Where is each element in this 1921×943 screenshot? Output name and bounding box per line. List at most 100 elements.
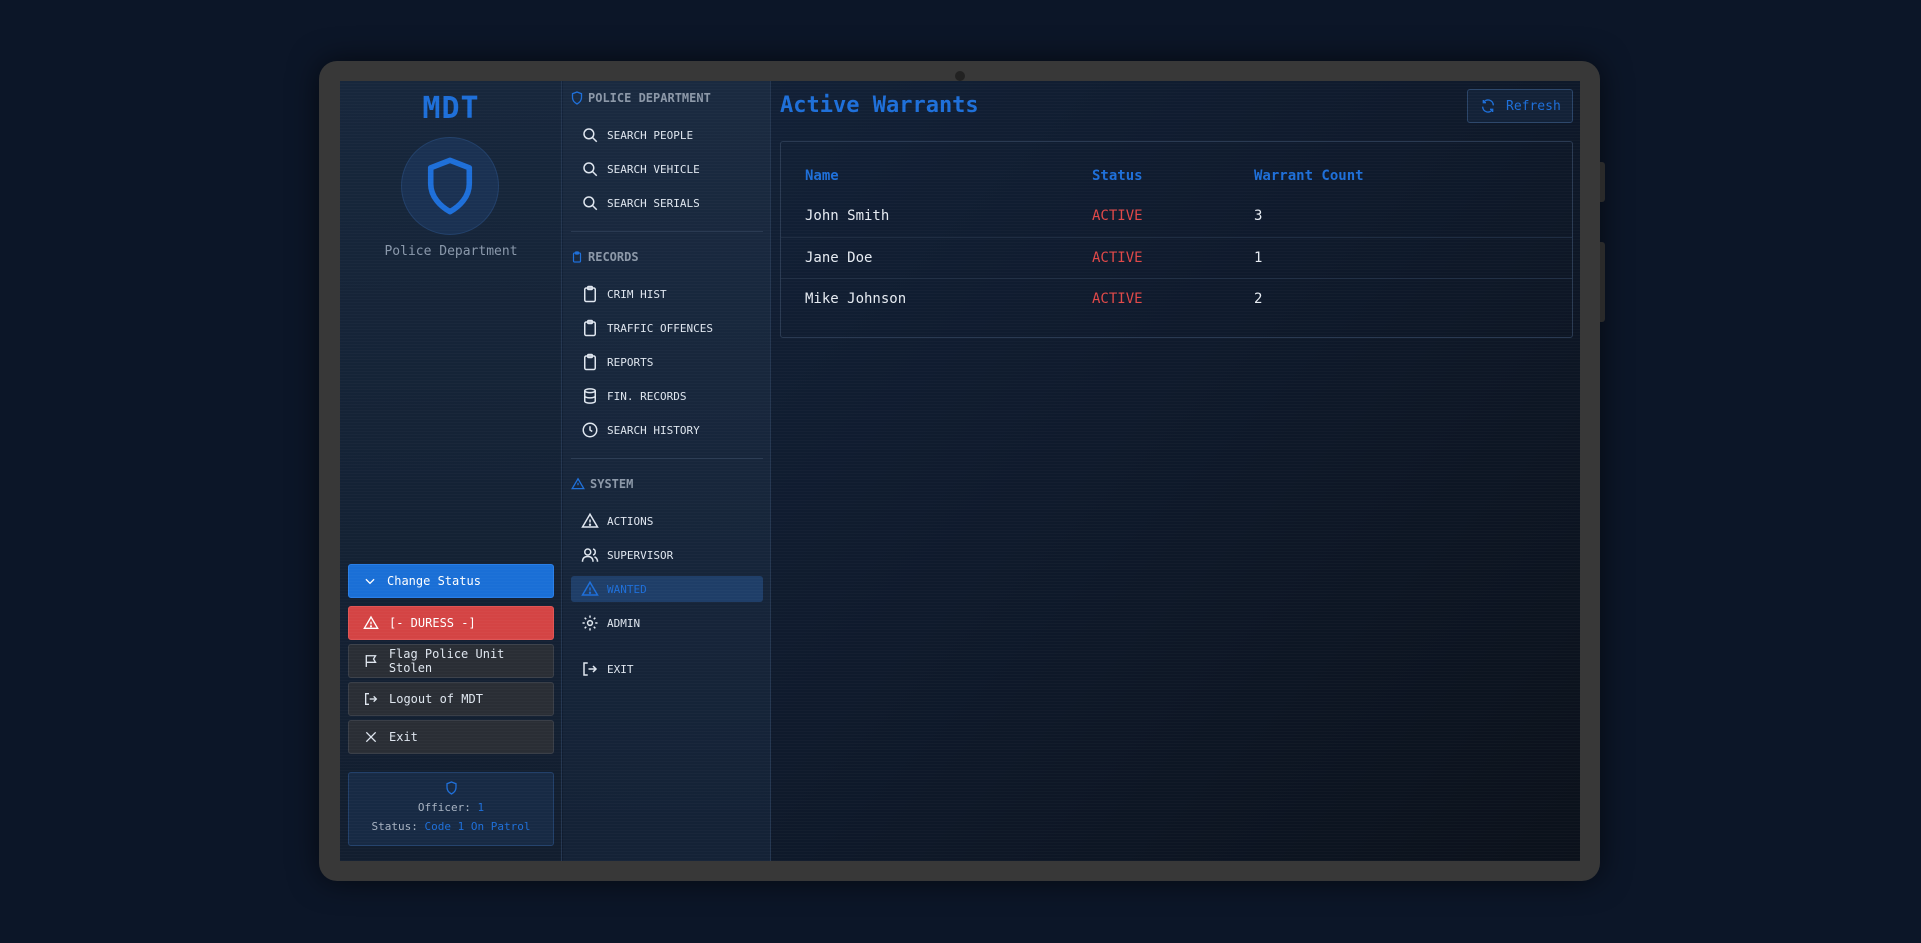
- duress-label: [- DURESS -]: [389, 616, 476, 630]
- flag-stolen-label: Flag Police Unit Stolen: [388, 647, 505, 675]
- tablet-camera: [955, 71, 965, 81]
- section-title: POLICE DEPARTMENT: [588, 91, 711, 105]
- tablet-side-button: [1600, 242, 1605, 322]
- clipboard-icon: [584, 353, 596, 371]
- table-row[interactable]: John Smith ACTIVE 3: [781, 196, 1572, 236]
- nav-item-crim-hist[interactable]: CRIM HIST: [571, 281, 763, 307]
- clipboard-icon: [584, 319, 596, 337]
- tablet-side-button: [1600, 162, 1605, 202]
- search-icon: [583, 162, 598, 177]
- users-icon: [581, 548, 599, 562]
- nav-item-actions[interactable]: ACTIONS: [571, 508, 763, 534]
- nav-item-label: CRIM HIST: [607, 287, 667, 301]
- shield-icon: [445, 781, 457, 795]
- warning-icon: [581, 580, 599, 596]
- exit-label: Exit: [389, 730, 418, 744]
- search-icon: [583, 128, 598, 143]
- logout-label: Logout of MDT: [389, 692, 483, 706]
- column-header-name: Name: [805, 168, 839, 184]
- clock-icon: [582, 422, 598, 438]
- cell-status: ACTIVE: [1092, 208, 1143, 224]
- officer-label: Officer:: [417, 801, 471, 814]
- clipboard-icon: [572, 251, 582, 263]
- duress-button[interactable]: [- DURESS -]: [348, 606, 554, 640]
- cell-warrant-count: 3: [1254, 208, 1263, 224]
- section-title: SYSTEM: [590, 477, 634, 491]
- cell-status: ACTIVE: [1092, 291, 1143, 307]
- page-title: Active Warrants: [780, 93, 979, 118]
- refresh-icon: [1481, 99, 1495, 113]
- warning-icon: [571, 477, 585, 490]
- shield-icon: [571, 91, 583, 105]
- officer-value: 1: [477, 801, 485, 814]
- nav-item-label: SEARCH VEHICLE: [607, 162, 700, 176]
- table-row[interactable]: Mike Johnson ACTIVE 2: [781, 278, 1572, 318]
- flag-stolen-button[interactable]: Flag Police Unit Stolen: [348, 644, 554, 678]
- status-label: Status:: [371, 820, 418, 833]
- navigation-panel: POLICE DEPARTMENT SEARCH PEOPLE SEARCH V…: [563, 81, 771, 861]
- department-badge: [401, 137, 499, 235]
- nav-item-label: EXIT: [607, 662, 634, 676]
- refresh-label: Refresh: [1506, 98, 1561, 114]
- nav-item-label: REPORTS: [607, 355, 654, 369]
- clipboard-icon: [584, 285, 596, 303]
- nav-item-search-serials[interactable]: SEARCH SERIALS: [571, 190, 763, 216]
- nav-divider: [571, 231, 763, 232]
- warrants-table: Name Status Warrant Count John Smith ACT…: [780, 141, 1573, 338]
- department-name: Police Department: [384, 244, 518, 259]
- warning-icon: [363, 615, 379, 629]
- table-row[interactable]: Jane Doe ACTIVE 1: [781, 237, 1572, 277]
- logout-button[interactable]: Logout of MDT: [348, 682, 554, 716]
- nav-item-supervisor[interactable]: SUPERVISOR: [571, 542, 763, 568]
- cell-warrant-count: 1: [1254, 250, 1263, 266]
- exit-button[interactable]: Exit: [348, 720, 554, 754]
- section-records: RECORDS: [571, 250, 639, 264]
- shield-icon: [427, 157, 473, 215]
- left-panel: MDT Police Department Change Status [- D…: [340, 81, 562, 861]
- nav-item-label: SUPERVISOR: [607, 548, 674, 562]
- refresh-button[interactable]: Refresh: [1467, 89, 1573, 123]
- nav-item-search-vehicle[interactable]: SEARCH VEHICLE: [571, 156, 763, 182]
- nav-item-traffic-offences[interactable]: TRAFFIC OFFENCES: [571, 315, 763, 341]
- nav-item-search-people[interactable]: SEARCH PEOPLE: [571, 122, 763, 148]
- logout-icon: [365, 693, 378, 705]
- nav-divider: [571, 458, 763, 459]
- section-police-department: POLICE DEPARTMENT: [571, 91, 711, 105]
- officer-info: Officer: 1 Status: Code 1 On Patrol: [348, 772, 554, 846]
- nav-item-label: WANTED: [607, 582, 647, 596]
- nav-item-label: ADMIN: [607, 616, 641, 630]
- column-header-warrant-count: Warrant Count: [1254, 168, 1364, 184]
- cell-status: ACTIVE: [1092, 250, 1143, 266]
- nav-item-label: SEARCH PEOPLE: [607, 128, 694, 142]
- column-header-status: Status: [1092, 168, 1143, 184]
- change-status-label: Change Status: [387, 574, 481, 588]
- nav-item-fin-records[interactable]: FIN. RECORDS: [571, 383, 763, 409]
- cell-name: John Smith: [805, 208, 890, 224]
- app-title: MDT: [422, 91, 480, 126]
- change-status-button[interactable]: Change Status: [348, 564, 554, 598]
- status-value: Code 1 On Patrol: [424, 820, 531, 833]
- mdt-screen: MDT Police Department Change Status [- D…: [340, 81, 1580, 861]
- nav-item-label: SEARCH SERIALS: [607, 196, 700, 210]
- warning-icon: [581, 512, 599, 528]
- nav-item-label: TRAFFIC OFFENCES: [607, 321, 713, 335]
- section-system: SYSTEM: [571, 477, 633, 491]
- section-title: RECORDS: [588, 250, 639, 264]
- nav-item-reports[interactable]: REPORTS: [571, 349, 763, 375]
- nav-item-exit[interactable]: EXIT: [571, 656, 763, 682]
- database-icon: [584, 388, 596, 404]
- nav-item-search-history[interactable]: SEARCH HISTORY: [571, 417, 763, 443]
- nav-item-admin[interactable]: ADMIN: [571, 610, 763, 636]
- search-icon: [583, 196, 598, 211]
- close-icon: [365, 731, 377, 743]
- gear-icon: [582, 615, 598, 631]
- nav-item-label: FIN. RECORDS: [607, 389, 687, 403]
- logout-icon: [583, 662, 598, 676]
- nav-item-wanted[interactable]: WANTED: [571, 576, 763, 602]
- cell-name: Jane Doe: [805, 250, 873, 266]
- flag-icon: [365, 655, 377, 667]
- cell-name: Mike Johnson: [805, 291, 907, 307]
- nav-item-label: ACTIONS: [607, 514, 654, 528]
- nav-item-label: SEARCH HISTORY: [607, 423, 700, 437]
- main-content: Active Warrants Refresh Name Status Warr…: [772, 81, 1580, 861]
